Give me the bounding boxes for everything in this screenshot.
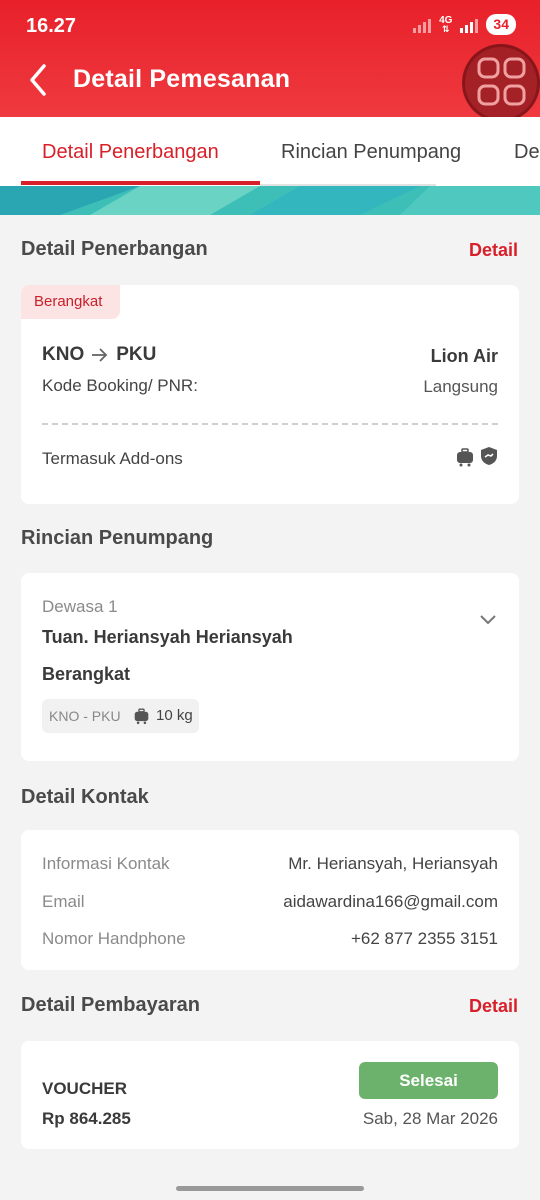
status-icons: 4G ⇅ 34 (413, 14, 516, 35)
flight-card: Berangkat KNO PKU Lion Air Kode Booking/… (21, 285, 519, 504)
back-button[interactable] (24, 62, 56, 98)
passenger-name: Tuan. Heriansyah Heriansyah (42, 627, 293, 647)
flight-section-title: Detail Penerbangan (21, 238, 208, 260)
payment-detail-link[interactable]: Detail (469, 996, 518, 1017)
signal-icon (460, 17, 479, 33)
baggage-chip: KNO - PKU 10 kg (42, 699, 199, 733)
flight-route: KNO PKU (42, 344, 156, 366)
grid-icon (477, 57, 526, 106)
contact-card: Informasi Kontak Mr. Heriansyah, Herians… (21, 830, 519, 970)
passenger-category: Dewasa 1 (42, 597, 118, 616)
arrow-right-icon (92, 348, 108, 362)
contact-info-label: Informasi Kontak (42, 854, 170, 873)
home-indicator (176, 1186, 364, 1191)
flight-type: Langsung (423, 377, 498, 396)
payment-card: VOUCHER Rp 864.285 Selesai Sab, 28 Mar 2… (21, 1041, 519, 1149)
baggage-icon (134, 708, 149, 725)
insurance-shield-icon (481, 447, 497, 465)
page-title: Detail Pemesanan (73, 65, 291, 93)
baggage-weight: 10 kg (156, 707, 193, 724)
departure-badge: Berangkat (21, 285, 120, 319)
origin-code: KNO (42, 344, 85, 365)
payment-status-badge: Selesai (359, 1062, 498, 1099)
passenger-section-title: Rincian Penumpang (21, 527, 214, 549)
phone-value: +62 877 2355 3151 (350, 929, 498, 948)
destination-code: PKU (116, 344, 157, 365)
chevron-down-icon[interactable] (478, 613, 498, 627)
status-time: 16.27 (26, 15, 77, 37)
network-indicator: 4G ⇅ (439, 14, 453, 34)
signal-icon (413, 17, 432, 33)
decorative-band (0, 186, 540, 215)
passenger-direction: Berangkat (42, 664, 131, 684)
tab-more[interactable]: De (514, 141, 540, 164)
addons-label: Termasuk Add-ons (42, 449, 183, 468)
payment-method: VOUCHER (42, 1079, 128, 1098)
email-label: Email (42, 892, 85, 911)
tab-bar: Detail Penerbangan Rincian Penumpang De (0, 117, 540, 186)
payment-date: Sab, 28 Mar 2026 (362, 1109, 498, 1128)
phone-label: Nomor Handphone (42, 929, 186, 948)
contact-section-title: Detail Kontak (21, 786, 149, 808)
baggage-icon (457, 448, 473, 467)
app-header: 16.27 4G ⇅ 34 Detail Pemesanan (0, 0, 540, 117)
booking-code-label: Kode Booking/ PNR: (42, 376, 198, 395)
payment-amount: Rp 864.285 (42, 1109, 131, 1128)
battery-indicator: 34 (486, 14, 516, 35)
flight-detail-link[interactable]: Detail (469, 240, 518, 261)
tab-flight-detail[interactable]: Detail Penerbangan (42, 141, 219, 164)
passenger-card[interactable]: Dewasa 1 Tuan. Heriansyah Heriansyah Ber… (21, 573, 519, 761)
dashed-divider (42, 423, 498, 425)
baggage-route: KNO - PKU (49, 708, 121, 724)
floating-menu-button[interactable] (462, 44, 540, 122)
active-tab-indicator (21, 181, 260, 185)
contact-info-value: Mr. Heriansyah, Heriansyah (288, 854, 498, 873)
tab-passenger-detail[interactable]: Rincian Penumpang (281, 141, 461, 164)
email-value: aidawardina166@gmail.com (283, 892, 498, 911)
airline-name: Lion Air (430, 346, 498, 366)
payment-section-title: Detail Pembayaran (21, 994, 200, 1016)
back-arrow-icon (30, 64, 46, 96)
